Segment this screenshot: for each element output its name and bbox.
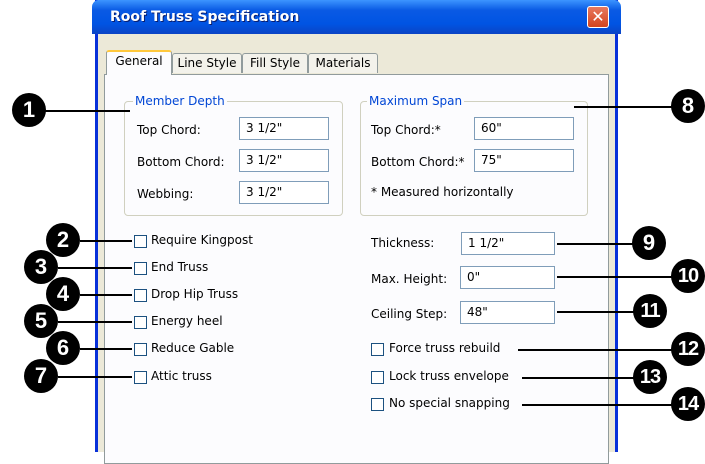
reduce-gable-checkbox[interactable]: [134, 343, 147, 356]
callout-10-leader: [557, 276, 677, 278]
callout-6: 6: [46, 331, 80, 365]
force-truss-rebuild-checkbox[interactable]: [371, 343, 384, 356]
no-special-snapping-checkbox[interactable]: [371, 398, 384, 411]
callout-10: 10: [671, 259, 705, 293]
top-chord-span-input[interactable]: 60": [474, 117, 574, 140]
top-chord-depth-label: Top Chord:: [137, 123, 201, 137]
energy-heel-checkbox[interactable]: [134, 316, 147, 329]
maximum-span-legend: Maximum Span: [367, 94, 465, 108]
member-depth-legend: Member Depth: [133, 94, 227, 108]
callout-7-leader: [58, 376, 132, 378]
callout-7: 7: [24, 359, 58, 393]
bottom-chord-depth-input[interactable]: 3 1/2": [239, 149, 329, 172]
callout-12: 12: [671, 332, 705, 366]
measured-horizontally-note: * Measured horizontally: [371, 185, 514, 199]
attic-truss-checkbox[interactable]: [134, 371, 147, 384]
callout-1-leader: [44, 110, 130, 112]
tab-line-style[interactable]: Line Style: [172, 53, 242, 73]
tab-general[interactable]: General: [106, 50, 172, 75]
end-truss-checkbox[interactable]: [134, 262, 147, 275]
dialog-title: Roof Truss Specification: [110, 9, 300, 25]
callout-5-leader: [58, 321, 132, 323]
thickness-input[interactable]: 1 1/2": [461, 232, 555, 255]
drop-hip-truss-label[interactable]: Drop Hip Truss: [151, 287, 238, 301]
attic-truss-label[interactable]: Attic truss: [151, 369, 212, 383]
callout-13-leader: [522, 377, 638, 379]
require-kingpost-checkbox[interactable]: [134, 235, 147, 248]
callout-9-leader: [557, 243, 633, 245]
lock-truss-envelope-checkbox[interactable]: [371, 371, 384, 384]
thickness-label: Thickness:: [371, 236, 435, 250]
callout-2-leader: [80, 240, 132, 242]
callout-3-leader: [58, 267, 132, 269]
callout-1: 1: [12, 93, 46, 127]
callout-11-leader: [557, 311, 635, 313]
energy-heel-label[interactable]: Energy heel: [151, 314, 223, 328]
reduce-gable-label[interactable]: Reduce Gable: [151, 341, 234, 355]
callout-12-leader: [518, 349, 678, 351]
callout-6-leader: [80, 348, 132, 350]
ceiling-step-label: Ceiling Step:: [371, 307, 448, 321]
callout-14: 14: [671, 387, 705, 421]
no-special-snapping-label[interactable]: No special snapping: [389, 396, 510, 410]
force-truss-rebuild-label[interactable]: Force truss rebuild: [389, 341, 500, 355]
webbing-depth-label: Webbing:: [137, 187, 194, 201]
require-kingpost-label[interactable]: Require Kingpost: [151, 233, 253, 247]
callout-13: 13: [633, 360, 667, 394]
tab-materials[interactable]: Materials: [308, 53, 378, 73]
callout-4: 4: [46, 277, 80, 311]
callout-4-leader: [80, 294, 132, 296]
callout-8-leader: [574, 106, 684, 108]
top-chord-span-label: Top Chord:*: [371, 123, 441, 137]
callout-2: 2: [46, 223, 80, 257]
bottom-chord-span-input[interactable]: 75": [474, 149, 574, 172]
max-height-input[interactable]: 0": [460, 266, 555, 289]
callout-11: 11: [633, 294, 667, 328]
callout-9: 9: [632, 226, 666, 260]
tab-fill-style[interactable]: Fill Style: [242, 53, 308, 73]
end-truss-label[interactable]: End Truss: [151, 260, 208, 274]
ceiling-step-input[interactable]: 48": [460, 301, 555, 324]
max-height-label: Max. Height:: [371, 272, 448, 286]
lock-truss-envelope-label[interactable]: Lock truss envelope: [389, 369, 509, 383]
bottom-chord-span-label: Bottom Chord:*: [371, 155, 465, 169]
close-button[interactable]: ✕: [587, 6, 609, 28]
callout-14-leader: [522, 404, 678, 406]
top-chord-depth-input[interactable]: 3 1/2": [239, 117, 329, 140]
bottom-chord-depth-label: Bottom Chord:: [137, 155, 225, 169]
webbing-depth-input[interactable]: 3 1/2": [239, 181, 329, 204]
callout-8: 8: [671, 89, 705, 123]
drop-hip-truss-checkbox[interactable]: [134, 289, 147, 302]
